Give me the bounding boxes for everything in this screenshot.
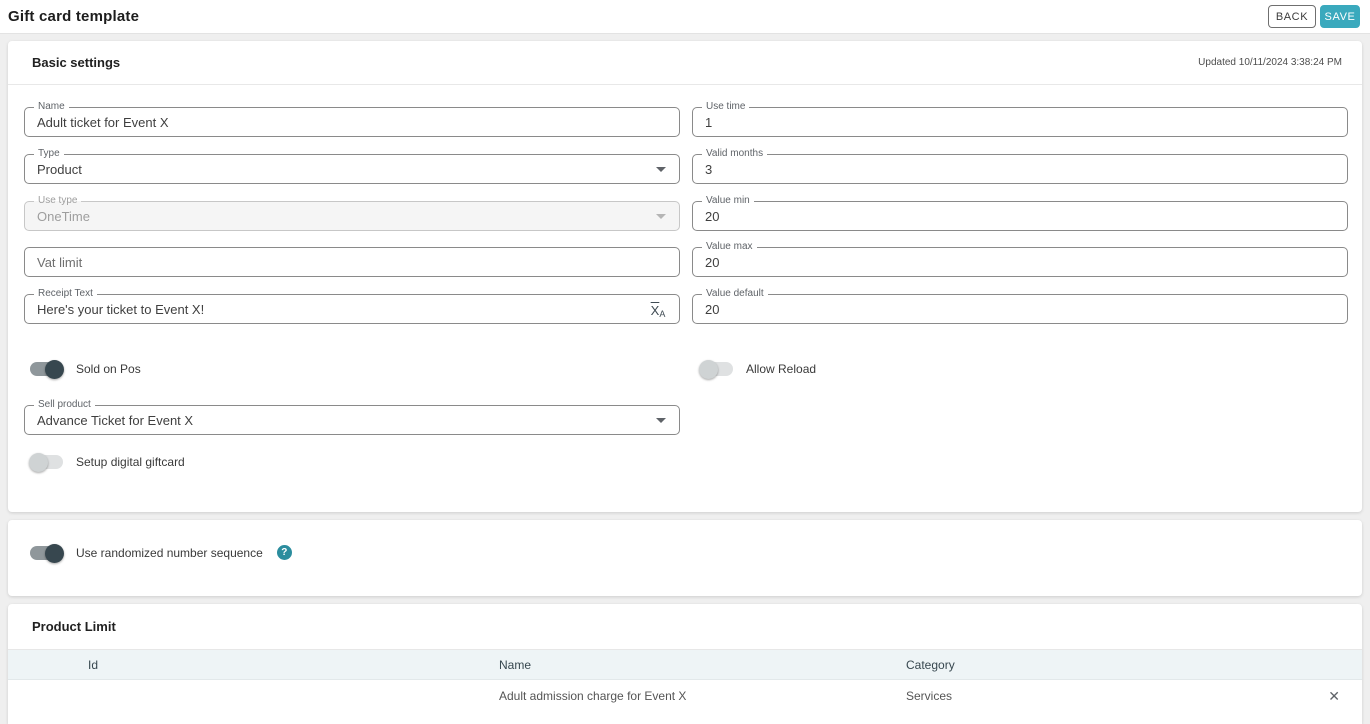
toggle-thumb	[699, 360, 718, 379]
sell-product-select[interactable]: Sell product Advance Ticket for Event X	[24, 399, 680, 435]
product-limit-card: Product Limit Id Name Category Adult adm…	[8, 604, 1362, 724]
value-default-field-label: Value default	[702, 288, 768, 300]
save-button[interactable]: SAVE	[1320, 5, 1360, 28]
basic-settings-title: Basic settings	[32, 55, 121, 70]
chevron-down-icon	[656, 214, 666, 219]
name-input[interactable]	[25, 108, 679, 136]
toggle-thumb	[29, 453, 48, 472]
column-header-name: Name	[499, 657, 532, 672]
page-title: Gift card template	[8, 8, 140, 25]
randomized-sequence-card: Use randomized number sequence ?	[8, 520, 1362, 596]
row-category-cell: Services	[906, 689, 953, 703]
use-time-field-label: Use time	[702, 101, 750, 113]
sold-on-pos-row: Sold on Pos	[30, 360, 141, 379]
help-icon[interactable]: ?	[276, 545, 292, 560]
row-name-cell: Adult admission charge for Event X	[499, 689, 687, 703]
receipt-text-field[interactable]: Receipt Text XA	[24, 288, 680, 324]
basic-settings-header: Basic settings Updated 10/11/2024 3:38:2…	[8, 41, 1362, 85]
value-default-input[interactable]	[693, 295, 1347, 323]
sell-product-select-value: Advance Ticket for Event X	[37, 412, 194, 428]
product-limit-title: Product Limit	[32, 619, 116, 634]
value-min-field-label: Value min	[702, 195, 754, 207]
translate-icon[interactable]: XA	[645, 299, 671, 321]
receipt-text-field-label: Receipt Text	[34, 288, 97, 300]
value-max-field-label: Value max	[702, 241, 757, 253]
use-type-select-disabled: Use type OneTime	[24, 195, 680, 231]
randomized-sequence-row: Use randomized number sequence ?	[30, 543, 292, 563]
value-max-field[interactable]: Value max	[692, 241, 1348, 277]
allow-reload-row: Allow Reload	[699, 360, 817, 379]
vat-limit-field[interactable]	[24, 247, 680, 277]
type-select-value: Product	[37, 161, 82, 177]
basic-settings-card: Basic settings Updated 10/11/2024 3:38:2…	[8, 41, 1362, 512]
name-field-label: Name	[34, 101, 69, 113]
allow-reload-label: Allow Reload	[746, 362, 817, 376]
use-randomized-number-sequence-toggle[interactable]	[30, 543, 64, 563]
chevron-down-icon	[656, 418, 666, 423]
use-type-select-label: Use type	[34, 195, 82, 207]
translate-icon-x: X	[650, 302, 660, 318]
sold-on-pos-label: Sold on Pos	[76, 362, 141, 376]
sell-product-select-label: Sell product	[34, 399, 95, 411]
use-time-input[interactable]	[693, 108, 1347, 136]
value-max-input[interactable]	[693, 248, 1347, 276]
allow-reload-toggle[interactable]	[699, 360, 733, 379]
updated-timestamp: Updated 10/11/2024 3:38:24 PM	[1198, 57, 1342, 68]
value-default-field[interactable]: Value default	[692, 288, 1348, 324]
toggle-thumb	[45, 360, 64, 379]
valid-months-field-label: Valid months	[702, 148, 768, 160]
vat-limit-input[interactable]	[25, 248, 679, 276]
valid-months-field[interactable]: Valid months	[692, 148, 1348, 184]
setup-digital-giftcard-toggle[interactable]	[29, 453, 63, 472]
product-limit-header: Product Limit	[8, 604, 1362, 650]
column-header-id: Id	[88, 657, 99, 672]
product-limit-table-header: Id Name Category	[8, 650, 1362, 680]
type-select-label: Type	[34, 148, 64, 160]
receipt-text-input[interactable]	[25, 295, 635, 323]
use-time-field[interactable]: Use time	[692, 101, 1348, 137]
use-type-select-value: OneTime	[37, 208, 90, 224]
type-select[interactable]: Type Product	[24, 148, 680, 184]
chevron-down-icon	[656, 167, 666, 172]
setup-digital-giftcard-label: Setup digital giftcard	[76, 455, 185, 469]
setup-digital-giftcard-row: Setup digital giftcard	[29, 453, 185, 472]
name-field[interactable]: Name	[24, 101, 680, 137]
table-row: Adult admission charge for Event X Servi…	[8, 680, 1362, 712]
sold-on-pos-toggle[interactable]	[30, 360, 64, 379]
use-randomized-number-sequence-label: Use randomized number sequence	[76, 545, 263, 560]
toggle-thumb	[45, 543, 64, 563]
translate-icon-a: A	[659, 308, 666, 319]
top-bar: Gift card template BACK SAVE	[0, 0, 1370, 34]
valid-months-input[interactable]	[693, 155, 1347, 183]
value-min-field[interactable]: Value min	[692, 195, 1348, 231]
value-min-input[interactable]	[693, 202, 1347, 230]
remove-row-icon[interactable]: ✕	[1328, 689, 1340, 703]
column-header-category: Category	[906, 657, 955, 672]
back-button[interactable]: BACK	[1268, 5, 1316, 28]
